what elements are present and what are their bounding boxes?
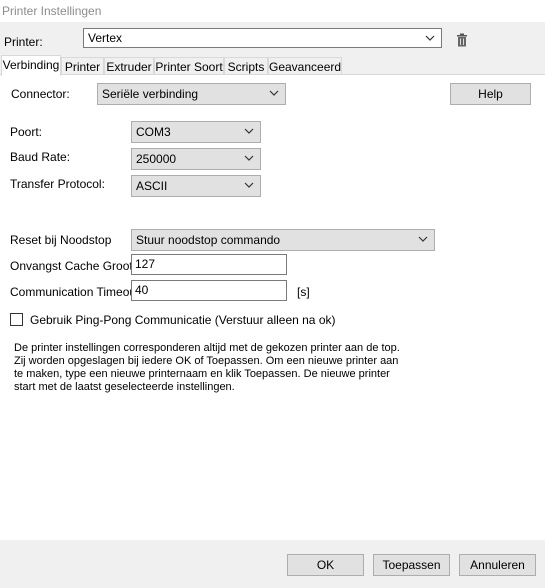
timeout-input[interactable]: 40: [131, 280, 287, 301]
chevron-down-icon: [244, 128, 254, 134]
description-line: te maken, type een nieuwe printernaam en…: [14, 368, 390, 380]
description-line: De printer instellingen corresponderen a…: [14, 342, 400, 354]
port-select[interactable]: COM3: [131, 121, 261, 143]
connector-label: Connector:: [11, 87, 70, 101]
tab-verbinding[interactable]: Verbinding: [1, 55, 61, 76]
connection-panel: [0, 74, 545, 540]
port-label: Poort:: [10, 125, 43, 139]
transfer-protocol-select-value: ASCII: [136, 179, 168, 193]
chevron-down-icon: [269, 90, 279, 96]
cache-size-input[interactable]: 127: [131, 254, 287, 275]
transfer-protocol-select[interactable]: ASCII: [131, 175, 261, 197]
ok-button[interactable]: OK: [287, 554, 364, 576]
tab-geavanceerd[interactable]: Geavanceerd: [268, 57, 342, 75]
trash-icon[interactable]: [456, 33, 468, 47]
chevron-down-icon: [418, 236, 428, 242]
reset-emergency-label: Reset bij Noodstop: [10, 233, 112, 247]
transfer-protocol-label: Transfer Protocol:: [10, 177, 105, 191]
pingpong-checkbox[interactable]: [10, 313, 23, 326]
reset-emergency-select-value: Stuur noodstop commando: [136, 233, 281, 247]
printer-select-value: Vertex: [88, 31, 123, 45]
pingpong-label[interactable]: Gebruik Ping-Pong Communicatie (Verstuur…: [30, 313, 335, 327]
description-line: Zij worden opgeslagen bij iedere OK of T…: [14, 355, 399, 367]
cancel-button[interactable]: Annuleren: [459, 554, 536, 576]
reset-emergency-select[interactable]: Stuur noodstop commando: [131, 229, 435, 251]
title-bar: Printer Instellingen: [0, 0, 545, 22]
tab-printer-soort[interactable]: Printer Soort: [154, 57, 224, 75]
cache-size-label: Onvangst Cache Grootte: [10, 259, 143, 273]
window-title: Printer Instellingen: [2, 4, 102, 18]
baud-rate-select-value: 250000: [136, 152, 177, 166]
printer-label: Printer:: [4, 35, 43, 49]
timeout-label: Communication Timeout:: [10, 285, 143, 299]
tab-printer[interactable]: Printer: [61, 57, 104, 75]
chevron-down-icon: [425, 35, 435, 41]
tab-scripts[interactable]: Scripts: [224, 57, 268, 75]
printer-select[interactable]: Vertex: [83, 28, 442, 48]
baud-rate-label: Baud Rate:: [10, 150, 71, 164]
settings-description: De printer instellingen corresponderen a…: [14, 342, 400, 394]
apply-button[interactable]: Toepassen: [373, 554, 450, 576]
chevron-down-icon: [244, 155, 254, 161]
baud-rate-select[interactable]: 250000: [131, 148, 261, 170]
connector-select-value: Seriële verbinding: [102, 87, 199, 101]
chevron-down-icon: [244, 182, 254, 188]
printer-settings-window: Printer Instellingen Printer: Vertex Ver…: [0, 0, 545, 588]
port-select-value: COM3: [136, 125, 171, 139]
help-button[interactable]: Help: [450, 83, 531, 105]
description-line: start met de laatst geselecteerde instel…: [14, 381, 235, 393]
settings-tabs: Verbinding Printer Extruder Printer Soor…: [0, 55, 545, 76]
connector-select[interactable]: Seriële verbinding: [97, 83, 286, 105]
timeout-unit: [s]: [297, 285, 310, 299]
tab-extruder[interactable]: Extruder: [104, 57, 154, 75]
